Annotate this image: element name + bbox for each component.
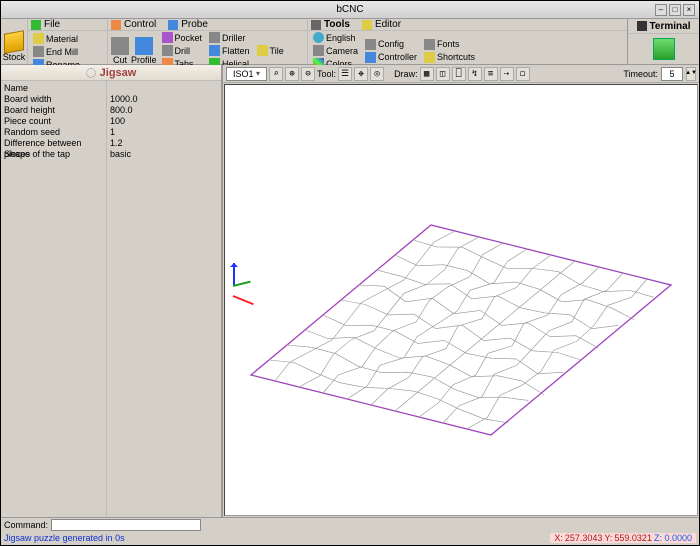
fonts-button[interactable]: Fonts — [422, 38, 477, 51]
draw-margin-button[interactable]: ⎕ — [452, 67, 466, 81]
sidebar-title: Jigsaw — [100, 67, 137, 79]
prop-value[interactable]: basic — [110, 149, 218, 160]
endmill-icon — [33, 46, 44, 57]
prop-value[interactable]: 1000.0 — [110, 94, 218, 105]
draw-probe-button[interactable]: ↯ — [468, 67, 482, 81]
property-grid[interactable]: Name Board width Board height Piece coun… — [1, 81, 221, 517]
sidebar: Jigsaw Name Board width Board height Pie… — [1, 65, 223, 517]
endmill-button[interactable]: End Mill — [31, 45, 82, 58]
tile-button[interactable]: Tile — [255, 44, 286, 57]
draw-workarea-button[interactable]: ◻ — [516, 67, 530, 81]
canvas-panel: ISO1 ▾ ⌕ ⊕ ⊖ Tool: ☰ ✥ ◎ Draw: ▦ ◫ ⎕ ↯ ≡… — [223, 65, 699, 517]
prop-key: Difference between pieces — [4, 138, 103, 149]
stock-label: Stock — [3, 52, 26, 62]
canvas-toolbar: ISO1 ▾ ⌕ ⊕ ⊖ Tool: ☰ ✥ ◎ Draw: ▦ ◫ ⎕ ↯ ≡… — [223, 65, 699, 83]
prop-value[interactable]: 800.0 — [110, 105, 218, 116]
camera-button[interactable]: Camera — [311, 44, 360, 57]
pocket-button[interactable]: Pocket — [160, 31, 205, 44]
shortcuts-icon — [424, 52, 435, 63]
timeout-value[interactable]: 5 — [661, 67, 683, 81]
main-area: Jigsaw Name Board width Board height Pie… — [1, 65, 699, 517]
flatten-icon — [209, 45, 220, 56]
status-message: Jigsaw puzzle generated in 0s — [4, 533, 125, 543]
editor-icon — [362, 20, 372, 30]
controller-icon — [365, 52, 376, 63]
gear-icon — [86, 68, 96, 78]
terminal-panel: Terminal — [627, 19, 699, 64]
bottom-bar: Command: Jigsaw puzzle generated in 0s X… — [1, 517, 699, 545]
drill-icon — [162, 45, 173, 56]
sidebar-header: Jigsaw — [1, 65, 221, 81]
prop-value[interactable]: 100 — [110, 116, 218, 127]
driller-icon — [209, 32, 220, 43]
stock-button[interactable]: Stock — [1, 19, 27, 64]
command-input[interactable] — [51, 519, 201, 531]
terminal-icon — [637, 21, 647, 31]
prop-value[interactable]: 1.2 — [110, 138, 218, 149]
terminal-button[interactable] — [653, 38, 675, 60]
timeout-spinner[interactable]: ▲▼ — [686, 67, 696, 81]
driller-button[interactable]: Driller — [207, 31, 252, 44]
profile-button[interactable]: Profile — [131, 37, 157, 65]
tab-tools[interactable]: Tools — [311, 19, 350, 30]
probe-icon — [168, 20, 178, 30]
coordinate-readout: X:257.3043 Y:559.0321 Z: 0.0000 — [550, 533, 696, 543]
tab-terminal[interactable]: Terminal — [650, 21, 691, 32]
zoom-fit-button[interactable]: ⌕ — [269, 67, 283, 81]
prop-key: Board height — [4, 105, 103, 116]
globe-icon — [313, 32, 324, 43]
axis-z-icon — [233, 263, 235, 285]
cut-icon — [111, 37, 129, 55]
prop-key: Random seed — [4, 127, 103, 138]
draw-grid-button[interactable]: ▦ — [420, 67, 434, 81]
prop-key: Board width — [4, 94, 103, 105]
pocket-icon — [162, 32, 173, 43]
english-button[interactable]: English — [311, 31, 360, 44]
window-title: bCNC — [0, 4, 700, 15]
tab-file[interactable]: File — [31, 19, 60, 30]
tool-label: Tool: — [317, 69, 336, 79]
prop-value[interactable] — [110, 83, 218, 94]
config-button[interactable]: Config — [363, 38, 419, 51]
cut-button[interactable]: Cut — [111, 37, 129, 65]
draw-paths-button[interactable]: ≡ — [484, 67, 498, 81]
config-icon — [365, 39, 376, 50]
prop-value[interactable]: 1 — [110, 127, 218, 138]
flatten-button[interactable]: Flatten — [207, 44, 252, 57]
tool-move-button[interactable]: ✥ — [354, 67, 368, 81]
camera-icon — [313, 45, 324, 56]
zoom-out-button[interactable]: ⊖ — [301, 67, 315, 81]
tab-editor[interactable]: Editor — [362, 19, 401, 30]
tab-control[interactable]: Control — [111, 19, 156, 30]
draw-rapid-button[interactable]: ⇢ — [500, 67, 514, 81]
drawing-canvas[interactable] — [224, 84, 698, 516]
view-mode-select[interactable]: ISO1 ▾ — [226, 67, 267, 81]
tool-select-button[interactable]: ☰ — [338, 67, 352, 81]
toolbar-area: Stock File Material End Mill Rename Add … — [1, 19, 699, 65]
timeout-label: Timeout: — [623, 69, 658, 79]
tile-icon — [257, 45, 268, 56]
material-icon — [33, 33, 44, 44]
prop-key: Piece count — [4, 116, 103, 127]
drill-button[interactable]: Drill — [160, 44, 205, 57]
control-icon — [111, 20, 121, 30]
prop-key: Name — [4, 83, 103, 94]
shortcuts-button[interactable]: Shortcuts — [422, 51, 477, 64]
material-button[interactable]: Material — [31, 32, 82, 45]
tab-probe[interactable]: Probe — [168, 19, 208, 30]
file-icon — [31, 20, 41, 30]
tools-icon — [311, 20, 321, 30]
fonts-icon — [424, 39, 435, 50]
jigsaw-drawing — [241, 125, 681, 505]
draw-label: Draw: — [394, 69, 418, 79]
zoom-in-button[interactable]: ⊕ — [285, 67, 299, 81]
tool-origin-button[interactable]: ◎ — [370, 67, 384, 81]
prop-key: Shape of the tap — [4, 149, 103, 160]
profile-icon — [135, 37, 153, 55]
draw-axes-button[interactable]: ◫ — [436, 67, 450, 81]
titlebar: bCNC – □ × — [1, 1, 699, 19]
controller-button[interactable]: Controller — [363, 51, 419, 64]
stock-icon — [4, 30, 24, 54]
command-label: Command: — [4, 520, 48, 530]
